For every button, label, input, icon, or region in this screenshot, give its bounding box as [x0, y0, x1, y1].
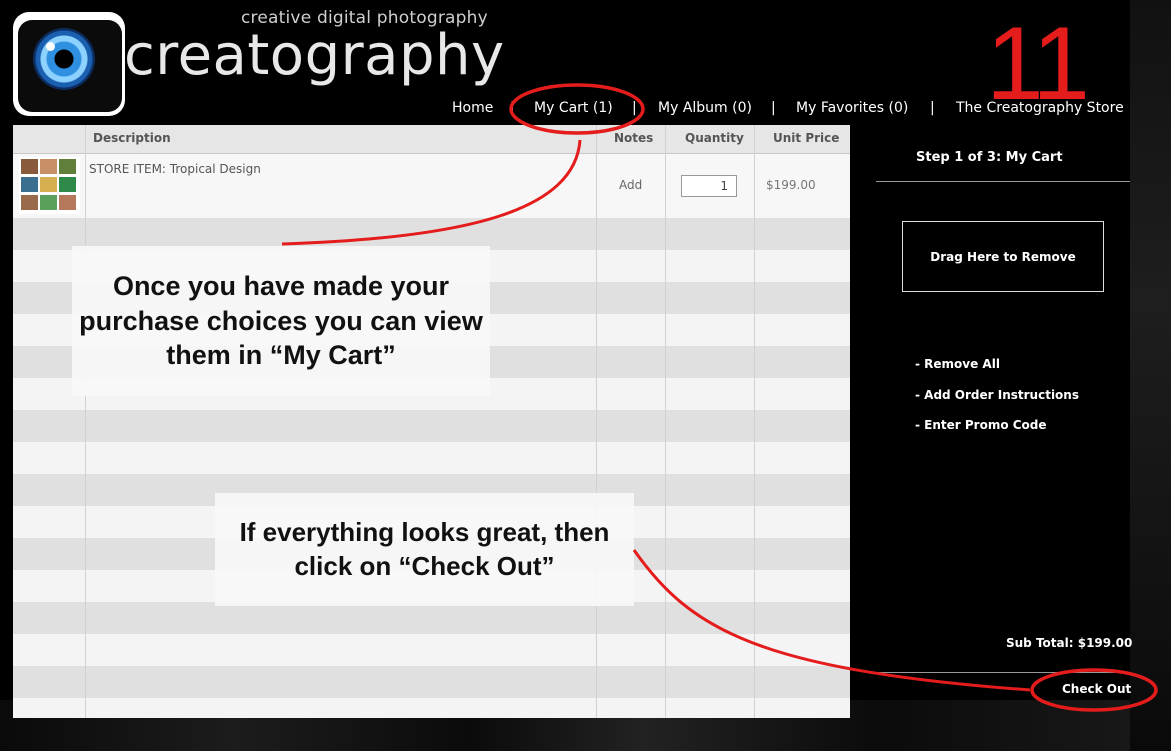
- table-row: [13, 602, 850, 634]
- item-description: STORE ITEM: Tropical Design: [89, 162, 261, 176]
- nav-separator: |: [510, 100, 515, 116]
- column-header-notes: Notes: [614, 131, 654, 145]
- table-row: [13, 634, 850, 666]
- nav-my-album[interactable]: My Album (0): [658, 100, 752, 116]
- table-row: [13, 410, 850, 442]
- item-thumbnail: [19, 157, 80, 214]
- table-row: [13, 698, 850, 718]
- nav-my-cart[interactable]: My Cart (1): [534, 100, 613, 116]
- column-header-quantity: Quantity: [685, 131, 744, 145]
- enter-promo-code-link[interactable]: - Enter Promo Code: [915, 418, 1047, 432]
- column-divider: [665, 125, 666, 718]
- checkout-step-title: Step 1 of 3: My Cart: [916, 150, 1063, 165]
- subtotal: Sub Total: $199.00: [1006, 636, 1133, 650]
- remove-drop-zone[interactable]: Drag Here to Remove: [902, 221, 1104, 292]
- remove-all-link[interactable]: - Remove All: [915, 357, 1000, 371]
- background-photo-edge: [1130, 0, 1171, 751]
- tutorial-callout-cart: Once you have made your purchase choices…: [72, 246, 490, 396]
- nav-my-favorites[interactable]: My Favorites (0): [796, 100, 908, 116]
- nav-separator: |: [930, 100, 935, 116]
- column-divider: [85, 125, 86, 718]
- eye-glint: [46, 42, 55, 51]
- cart-table: Description Notes Quantity Unit Price ST…: [13, 125, 850, 718]
- nav-creatography-store[interactable]: The Creatography Store: [956, 100, 1124, 116]
- column-header-unit-price: Unit Price: [773, 131, 840, 145]
- tutorial-callout-checkout: If everything looks great, then click on…: [215, 493, 634, 606]
- column-header-description: Description: [93, 131, 171, 145]
- nav-home[interactable]: Home: [452, 100, 493, 116]
- column-divider: [754, 125, 755, 718]
- divider: [876, 672, 1130, 673]
- item-notes-add[interactable]: Add: [619, 178, 642, 192]
- quantity-input[interactable]: 1: [681, 175, 737, 197]
- eye-logo-icon: [33, 28, 95, 90]
- nav-separator: |: [632, 100, 637, 116]
- divider: [876, 181, 1130, 182]
- nav-separator: |: [771, 100, 776, 116]
- table-row: [13, 666, 850, 698]
- table-header: Description Notes Quantity Unit Price: [13, 125, 850, 154]
- check-out-button[interactable]: Check Out: [1062, 682, 1131, 696]
- add-order-instructions-link[interactable]: - Add Order Instructions: [915, 388, 1079, 402]
- item-unit-price: $199.00: [766, 178, 816, 192]
- table-row: [13, 442, 850, 474]
- column-divider: [596, 125, 597, 718]
- brand-name: creatography: [124, 23, 505, 88]
